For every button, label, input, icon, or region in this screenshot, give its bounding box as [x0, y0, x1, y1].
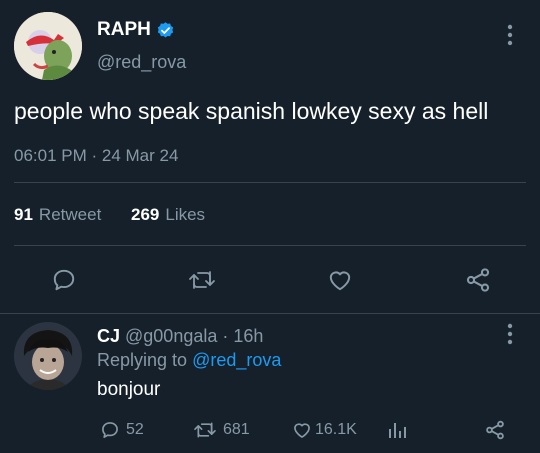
reply-author-avatar[interactable] — [14, 322, 82, 390]
reply-reply-count: 52 — [126, 421, 144, 438]
share-icon — [466, 268, 490, 292]
reply-author-handle[interactable]: @g00ngala — [125, 326, 217, 347]
reply-icon — [102, 422, 118, 438]
reply-share-button[interactable] — [482, 417, 508, 443]
reply-author-name[interactable]: CJ — [97, 326, 120, 347]
replying-to-handle[interactable]: @red_rova — [192, 350, 281, 371]
reply-time: · 16h — [222, 326, 264, 346]
verified-badge-icon — [156, 21, 175, 40]
retweet-stat[interactable]: 91 Retweet — [14, 205, 101, 225]
reply-reply-button[interactable]: 52 — [100, 420, 144, 440]
analytics-icon — [389, 423, 406, 438]
reply-button[interactable] — [46, 262, 82, 298]
heart-icon — [294, 423, 310, 438]
share-icon — [486, 420, 504, 440]
reply-like-count: 16.1K — [315, 421, 357, 438]
divider — [0, 313, 540, 314]
retweet-count: 91 — [14, 205, 33, 224]
author-name-row: RAPH — [97, 19, 175, 41]
retweet-icon — [189, 271, 215, 289]
divider — [14, 182, 526, 183]
reply-like-button[interactable]: 16.1K — [291, 420, 357, 440]
share-button[interactable] — [460, 262, 496, 298]
reply-retweet-count: 681 — [223, 421, 250, 438]
tweet-timestamp[interactable]: 06:01 PM · 24 Mar 24 — [14, 146, 178, 166]
replying-to-label: Replying to — [97, 350, 188, 370]
like-button[interactable] — [322, 262, 358, 298]
like-count: 269 — [131, 205, 160, 224]
reply-analytics-button[interactable] — [384, 418, 410, 442]
divider — [14, 245, 526, 246]
retweet-icon — [194, 422, 216, 438]
likes-stat-label: Likes — [165, 205, 206, 224]
author-name[interactable]: RAPH — [97, 19, 151, 41]
reply-retweet-button[interactable]: 681 — [193, 420, 250, 440]
reply-icon — [53, 269, 75, 291]
heart-icon — [329, 271, 351, 291]
reply-header: CJ @g00ngala · 16h — [97, 326, 263, 347]
retweet-stat-label: Retweet — [38, 205, 102, 224]
replying-to: Replying to @red_rova — [97, 350, 281, 371]
likes-stat[interactable]: 269 Likes — [131, 205, 205, 225]
reply-text: bonjour — [97, 379, 161, 400]
retweet-button[interactable] — [184, 262, 220, 298]
tweet-text: people who speak spanish lowkey sexy as … — [14, 98, 489, 124]
author-handle[interactable]: @red_rova — [97, 52, 186, 73]
author-avatar[interactable] — [14, 12, 82, 80]
reply-more-options-icon[interactable] — [500, 321, 520, 347]
more-options-icon[interactable] — [500, 22, 520, 48]
